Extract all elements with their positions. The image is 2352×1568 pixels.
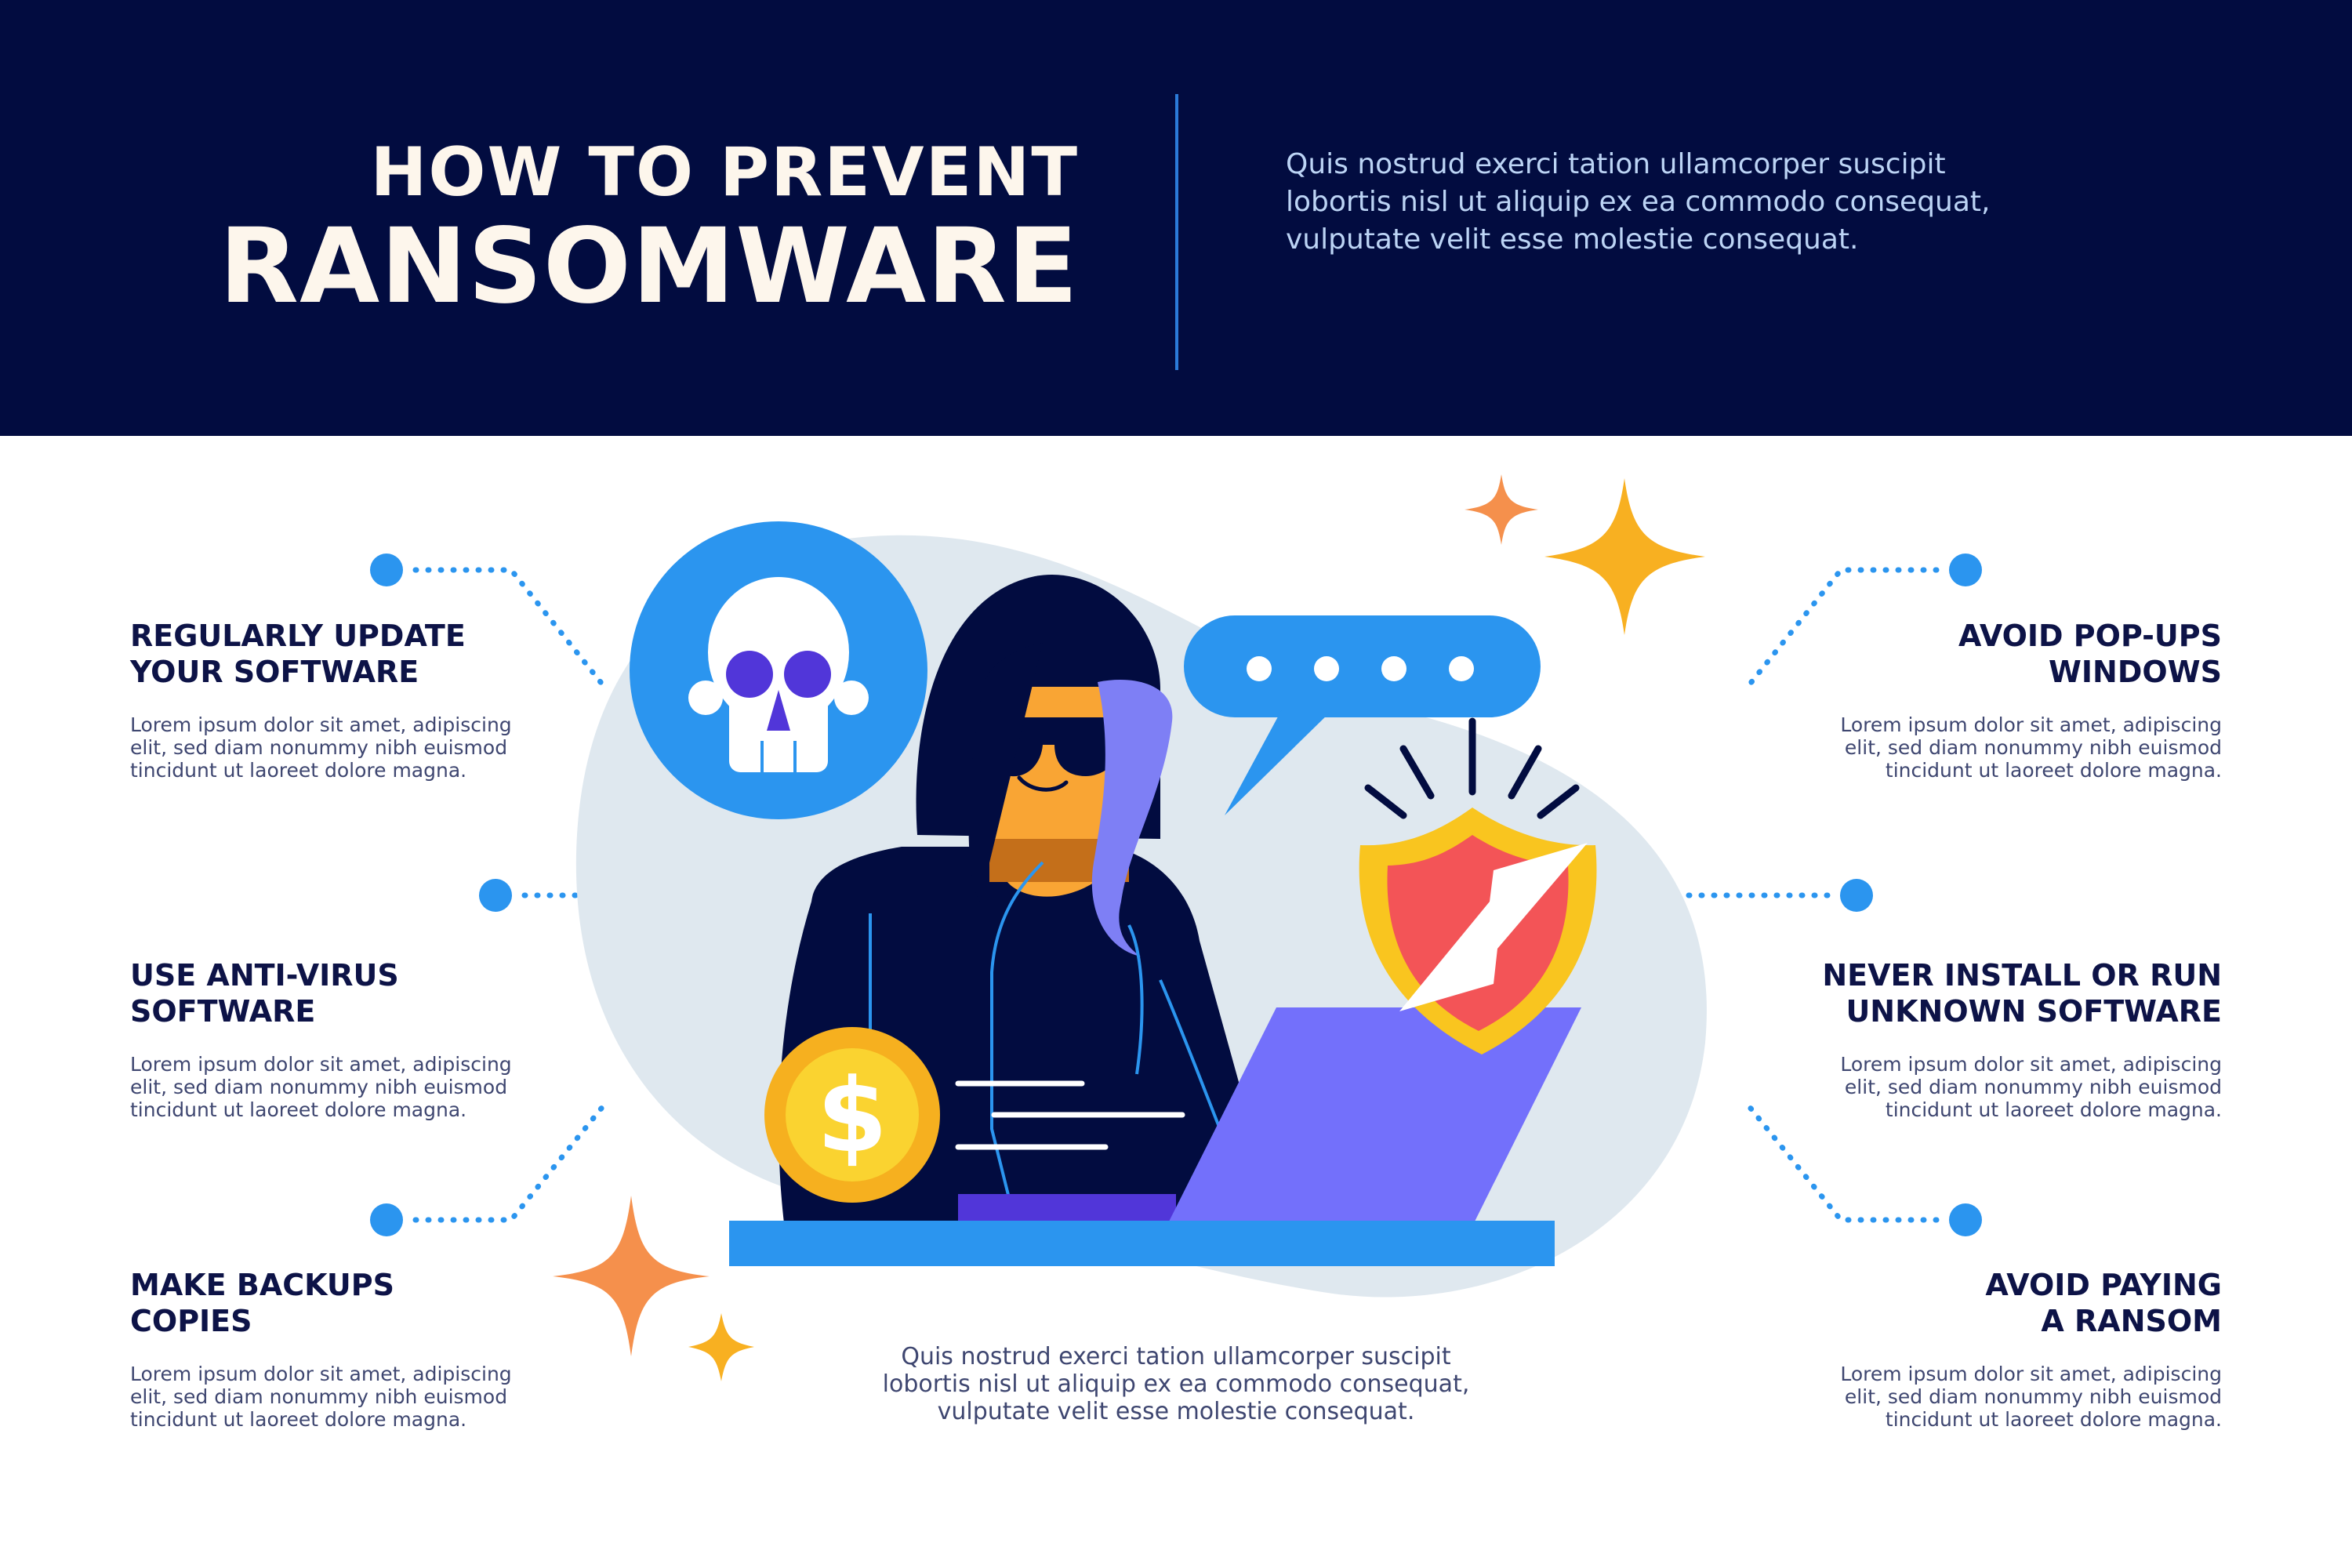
sparkle-yellow-small (688, 1313, 754, 1381)
tip-unknown-software: NEVER INSTALL OR RUN UNKNOWN SOFTWARE Lo… (1783, 957, 2222, 1121)
tip-title: AVOID POP-UPS WINDOWS (1958, 619, 2222, 689)
svg-text:$: $ (817, 1056, 887, 1175)
sparkle-orange-small (1465, 474, 1538, 545)
footer-description: Quis nostrud exerci tation ullamcorper s… (882, 1343, 1470, 1425)
tip-backups: MAKE BACKUPS COPIES Lorem ipsum dolor si… (130, 1267, 569, 1431)
skull-icon (630, 521, 927, 819)
tip-body: Lorem ipsum dolor sit amet, adipiscing e… (1840, 713, 2222, 782)
tip-body: Lorem ipsum dolor sit amet, adipiscing e… (130, 713, 512, 782)
tip-body: Lorem ipsum dolor sit amet, adipiscing e… (1840, 1363, 2222, 1431)
tip-title: REGULARLY UPDATE YOUR SOFTWARE (130, 619, 466, 689)
tip-body: Lorem ipsum dolor sit amet, adipiscing e… (130, 1053, 512, 1121)
tip-avoid-ransom: AVOID PAYING A RANSOM Lorem ipsum dolor … (1783, 1267, 2222, 1431)
tip-body: Lorem ipsum dolor sit amet, adipiscing e… (130, 1363, 512, 1431)
connector-backups (370, 1102, 607, 1236)
desk (729, 1221, 1555, 1266)
tip-body: Lorem ipsum dolor sit amet, adipiscing e… (1840, 1053, 2222, 1121)
tip-update-software: REGULARLY UPDATE YOUR SOFTWARE Lorem ips… (130, 618, 569, 782)
tip-title: AVOID PAYING A RANSOM (1985, 1268, 2222, 1338)
tip-avoid-popups: AVOID POP-UPS WINDOWS Lorem ipsum dolor … (1783, 618, 2222, 782)
infographic-page: HOW TO PREVENT RANSOMWARE Quis nostrud e… (0, 0, 2352, 1568)
sparkle-yellow-large (1544, 478, 1705, 635)
dollar-coin-icon: $ (764, 1027, 940, 1203)
tip-title: MAKE BACKUPS COPIES (130, 1268, 394, 1338)
tip-anti-virus: USE ANTI-VIRUS SOFTWARE Lorem ipsum dolo… (130, 957, 569, 1121)
sparkle-orange-large (553, 1196, 710, 1356)
connector-ransom (1745, 1102, 1982, 1236)
tip-title: NEVER INSTALL OR RUN UNKNOWN SOFTWARE (1822, 958, 2222, 1029)
tip-title: USE ANTI-VIRUS SOFTWARE (130, 958, 399, 1029)
